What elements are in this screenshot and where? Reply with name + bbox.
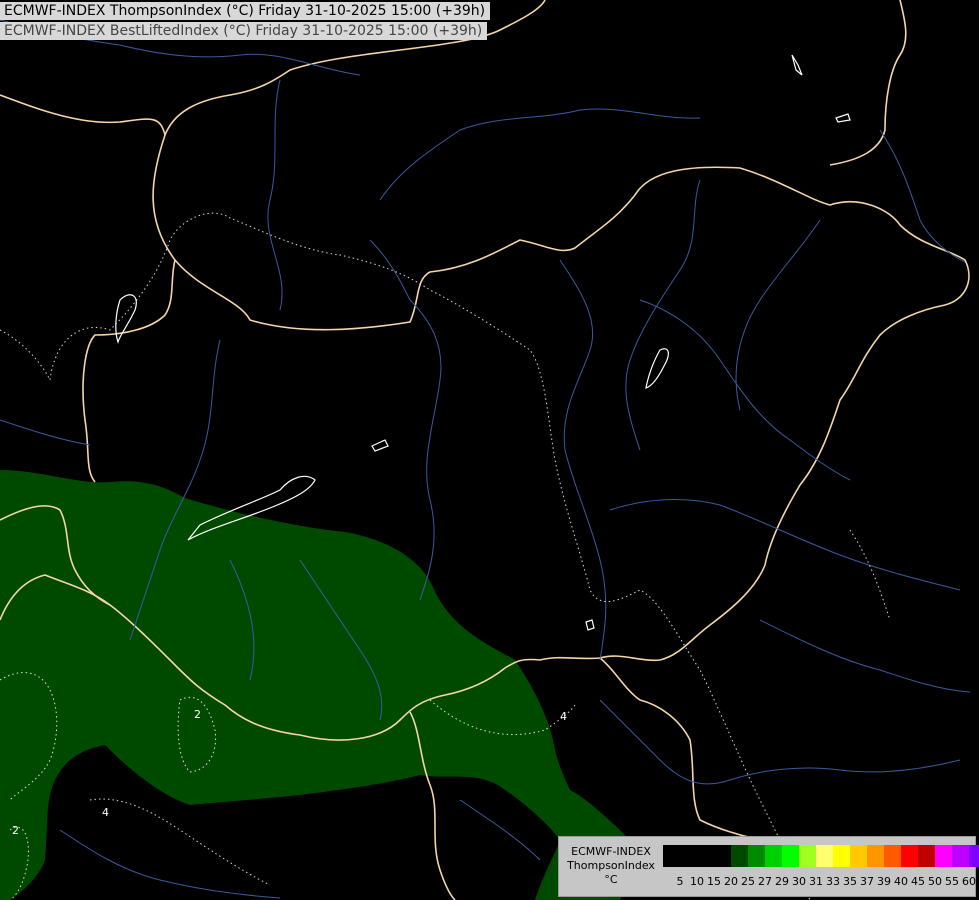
- legend-swatch: [680, 845, 697, 867]
- legend-label: ECMWF-INDEX ThompsonIndex °C: [563, 845, 659, 887]
- legend-swatch: [833, 845, 850, 867]
- legend-swatch: [901, 845, 918, 867]
- thompson-index-area: [0, 470, 640, 900]
- legend-swatch: [816, 845, 833, 867]
- legend-swatch: [697, 845, 714, 867]
- weather-map: 2 2 4 4 ECMWF-INDEX ThompsonIndex (°C) F…: [0, 0, 979, 900]
- legend-swatch: [663, 845, 680, 867]
- legend-swatch: [969, 845, 979, 867]
- legend-swatch: [748, 845, 765, 867]
- legend-swatch: [714, 845, 731, 867]
- contour-label: 2: [12, 824, 19, 837]
- legend-swatches: [663, 845, 979, 867]
- map-title-primary: ECMWF-INDEX ThompsonIndex (°C) Friday 31…: [0, 2, 491, 20]
- contour-label: 4: [102, 806, 109, 819]
- contour-label: 4: [560, 710, 567, 723]
- legend-swatch: [765, 845, 782, 867]
- legend-swatch: [935, 845, 952, 867]
- legend-swatch: [918, 845, 935, 867]
- legend-tick-label: 60: [962, 875, 976, 888]
- map-title-secondary: ECMWF-INDEX BestLiftedIndex (°C) Friday …: [0, 22, 488, 40]
- color-legend: ECMWF-INDEX ThompsonIndex °C 5 10 15 20 25 27…: [558, 836, 979, 897]
- legend-swatch: [850, 845, 867, 867]
- legend-unit: °C: [604, 873, 618, 886]
- legend-model: ECMWF-INDEX: [571, 845, 651, 858]
- legend-swatch: [952, 845, 969, 867]
- legend-swatch: [782, 845, 799, 867]
- legend-parameter: ThompsonIndex: [567, 859, 655, 872]
- legend-ticks: 5 10 15 20 25 27 29 30 31 33 35 37 39 40 45 50 55 60: [663, 875, 977, 889]
- legend-swatch: [799, 845, 816, 867]
- legend-swatch: [884, 845, 901, 867]
- legend-swatch: [731, 845, 748, 867]
- map-canvas: 2 2 4 4: [0, 0, 971, 900]
- legend-swatch: [867, 845, 884, 867]
- contour-label: 2: [194, 708, 201, 721]
